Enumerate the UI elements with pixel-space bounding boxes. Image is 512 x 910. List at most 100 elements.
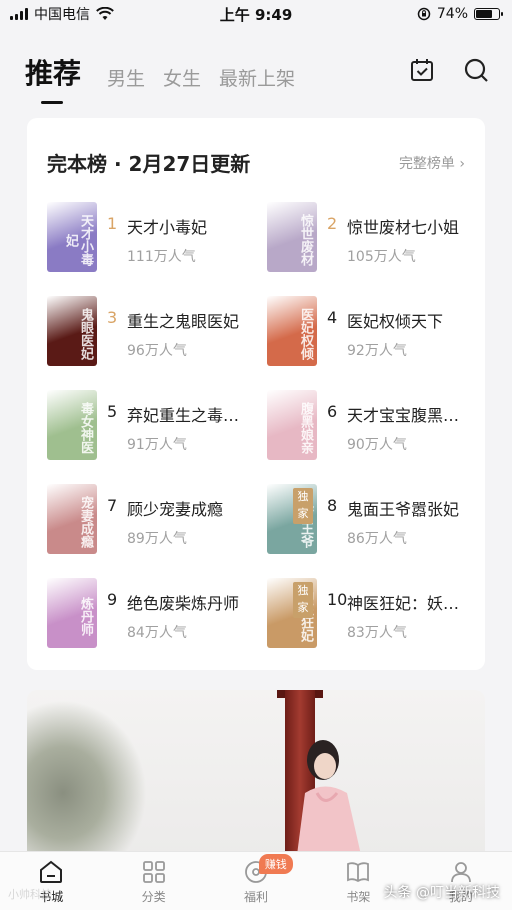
book-info: 1 天才小毒妃 111万人气 [107, 202, 262, 266]
book-title-line: 2 惊世废材七小姐 [327, 214, 467, 238]
book-info: 7 顾少宠妻成瘾 89万人气 [107, 484, 262, 548]
tab-female[interactable]: 女生 [163, 64, 201, 91]
book-cover-title: 医妃权倾 [298, 308, 313, 360]
book-cover-title: 惊世废材 [298, 214, 313, 266]
book-item[interactable]: 炼丹师 9 绝色废柴炼丹师 84万人气 [47, 578, 267, 648]
book-title-line: 6 天才宝宝腹黑… [327, 402, 467, 426]
book-popularity: 111万人气 [127, 249, 196, 265]
book-item[interactable]: 惊世废材 2 惊世废材七小姐 105万人气 [267, 202, 467, 272]
book-cover-title: 宠妻成瘾 [78, 496, 93, 548]
book-title-line: 9 绝色废柴炼丹师 [107, 590, 262, 614]
tab-recommend[interactable]: 推荐 [25, 52, 81, 104]
book-cover-image: 鬼面王爷独家 [267, 484, 317, 554]
book-cover-title: 腹黑娘亲 [298, 402, 313, 454]
status-right: 74% [417, 6, 503, 22]
bottom-nav-category[interactable]: 分类 [102, 852, 204, 910]
search-icon[interactable] [462, 56, 490, 84]
book-name: 神医狂妃：妖… [347, 594, 460, 613]
book-name: 弃妃重生之毒… [127, 406, 240, 425]
home-icon [40, 860, 63, 883]
signal-icon [10, 8, 28, 20]
book-info: 5 弃妃重生之毒… 91万人气 [107, 390, 262, 454]
book-popularity: 86万人气 [347, 531, 407, 547]
book-title-line: 4 医妃权倾天下 [327, 308, 467, 332]
earn-badge: 赚钱 [258, 854, 293, 874]
book-cover-image: 惊世废材 [267, 202, 317, 272]
book-name: 天才小毒妃 [127, 218, 208, 237]
book-popularity: 96万人气 [127, 343, 187, 359]
book-grid: 天才小毒妃 1 天才小毒妃 111万人气 惊世废材 2 惊世废材七小姐 105万人气 鬼眼医妃 3… [47, 202, 467, 648]
carrier-label: 中国电信 [34, 7, 90, 23]
book-popularity: 83万人气 [347, 625, 407, 641]
book-info: 8 鬼面王爷嚣张妃 86万人气 [327, 484, 467, 548]
book-title-line: 8 鬼面王爷嚣张妃 [327, 496, 467, 520]
book-rank: 2 [327, 214, 338, 233]
book-item[interactable]: 毒女神医 5 弃妃重生之毒… 91万人气 [47, 390, 267, 460]
book-item[interactable]: 宠妻成瘾 7 顾少宠妻成瘾 89万人气 [47, 484, 267, 554]
book-rank: 7 [107, 496, 118, 515]
book-item[interactable]: 医妃权倾 4 医妃权倾天下 92万人气 [267, 296, 467, 366]
book-rank: 4 [327, 308, 338, 327]
grid-icon [142, 861, 165, 883]
book-cover-title: 毒女神医 [78, 402, 93, 454]
video-banner[interactable] [27, 690, 485, 855]
book-cover-image: 鬼眼医妃 [47, 296, 97, 366]
book-name: 鬼面王爷嚣张妃 [347, 500, 460, 519]
book-cover-title: 鬼眼医妃 [78, 308, 93, 360]
book-title-line: 7 顾少宠妻成瘾 [107, 496, 262, 520]
book-cover-image: 医妃权倾 [267, 296, 317, 366]
battery-level [476, 10, 493, 18]
nav-icons [408, 56, 490, 84]
ranking-card: 完本榜 · 2月27日更新 完整榜单 › 天才小毒妃 1 天才小毒妃 111万人气 惊世… [27, 118, 485, 670]
bottom-nav-welfare[interactable]: 福利 赚钱 [205, 852, 307, 910]
exclusive-badge: 独家 [293, 582, 313, 618]
book-item[interactable]: 鬼眼医妃 3 重生之鬼眼医妃 96万人气 [47, 296, 267, 366]
book-rank: 10 [327, 590, 348, 609]
book-rank: 3 [107, 308, 118, 327]
book-icon [347, 862, 370, 883]
book-item[interactable]: 鬼面王爷独家 8 鬼面王爷嚣张妃 86万人气 [267, 484, 467, 554]
book-rank: 8 [327, 496, 338, 515]
book-item[interactable]: 天才小毒妃 1 天才小毒妃 111万人气 [47, 202, 267, 272]
book-title-line: 10 神医狂妃：妖… [327, 590, 467, 614]
tab-male[interactable]: 男生 [107, 64, 145, 91]
battery-icon [474, 8, 503, 20]
book-popularity: 89万人气 [127, 531, 187, 547]
book-info: 9 绝色废柴炼丹师 84万人气 [107, 578, 262, 642]
book-item[interactable]: 神医狂妃独家 10神医狂妃：妖… 83万人气 [267, 578, 467, 648]
book-title-line: 3 重生之鬼眼医妃 [107, 308, 262, 332]
book-name: 重生之鬼眼医妃 [127, 312, 240, 331]
book-popularity: 84万人气 [127, 625, 187, 641]
book-cover-image: 宠妻成瘾 [47, 484, 97, 554]
book-name: 顾少宠妻成瘾 [127, 500, 224, 519]
book-rank: 5 [107, 402, 118, 421]
battery-label: 74% [436, 6, 468, 22]
book-cover-image: 天才小毒妃 [47, 202, 97, 272]
book-cover-image: 炼丹师 [47, 578, 97, 648]
book-info: 10 神医狂妃：妖… 83万人气 [327, 578, 467, 642]
orientation-lock-icon [417, 7, 431, 21]
status-bar: 中国电信 上午 9:49 74% [0, 0, 512, 28]
banner-tree-image [27, 700, 147, 855]
book-info: 6 天才宝宝腹黑… 90万人气 [327, 390, 467, 454]
exclusive-badge: 独家 [293, 488, 313, 524]
banner-person-image [297, 740, 361, 855]
full-ranking-link[interactable]: 完整榜单 › [399, 153, 465, 173]
tab-new-releases[interactable]: 最新上架 [219, 64, 295, 91]
calendar-check-icon[interactable] [408, 56, 436, 84]
ranking-title: 完本榜 · 2月27日更新 [47, 152, 251, 176]
book-rank: 1 [107, 214, 118, 233]
book-rank: 9 [107, 590, 118, 609]
book-name: 医妃权倾天下 [347, 312, 444, 331]
book-cover-title: 炼丹师 [78, 596, 93, 636]
book-name: 绝色废柴炼丹师 [127, 594, 240, 613]
ranking-header: 完本榜 · 2月27日更新 完整榜单 › [27, 118, 485, 177]
book-info: 4 医妃权倾天下 92万人气 [327, 296, 467, 360]
bottom-nav-label: 福利 [244, 890, 269, 904]
book-item[interactable]: 腹黑娘亲 6 天才宝宝腹黑… 90万人气 [267, 390, 467, 460]
book-cover-image: 神医狂妃独家 [267, 578, 317, 648]
book-popularity: 91万人气 [127, 437, 187, 453]
watermark: 头条 @叮当新科技 [383, 885, 500, 901]
book-cover-title: 天才小毒妃 [63, 214, 93, 266]
book-title-line: 5 弃妃重生之毒… [107, 402, 262, 426]
